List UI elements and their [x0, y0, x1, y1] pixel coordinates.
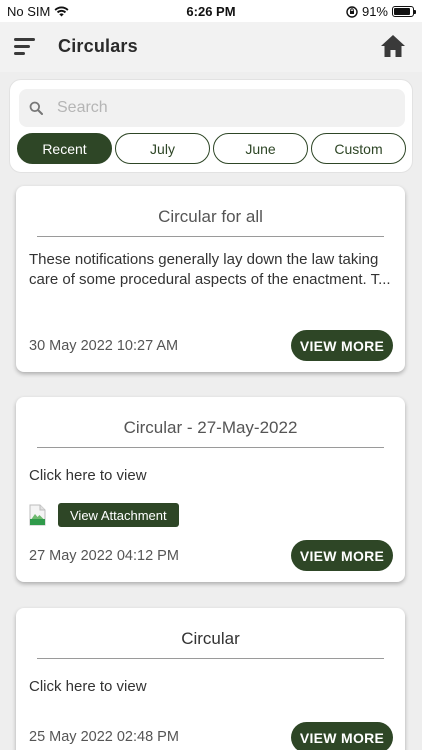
image-file-icon[interactable] [29, 504, 46, 526]
divider [37, 658, 384, 659]
circular-date: 25 May 2022 02:48 PM [29, 729, 179, 745]
circular-date: 27 May 2022 04:12 PM [29, 548, 179, 564]
battery-icon [392, 6, 416, 17]
filter-chip-june[interactable]: June [213, 133, 308, 164]
search-icon [29, 101, 43, 115]
battery-percent: 91% [361, 4, 388, 19]
filter-chip-recent[interactable]: Recent [17, 133, 112, 164]
orientation-lock-icon [346, 5, 358, 18]
circular-summary: Click here to view [29, 467, 147, 484]
circular-card: Circular Click here to view 25 May 2022 … [16, 608, 405, 750]
filter-panel: Recent July June Custom [9, 79, 413, 173]
divider [37, 447, 384, 448]
view-more-button[interactable]: VIEW MORE [291, 540, 393, 571]
filter-chip-july[interactable]: July [115, 133, 210, 164]
status-bar: No SIM 6:26 PM 91% [0, 0, 422, 22]
attachment-row: View Attachment [29, 503, 179, 527]
circular-date: 30 May 2022 10:27 AM [29, 338, 179, 354]
view-more-button[interactable]: VIEW MORE [291, 722, 393, 750]
filter-chip-custom[interactable]: Custom [311, 133, 406, 164]
page-title: Circulars [58, 36, 138, 56]
view-attachment-button[interactable]: View Attachment [58, 503, 179, 527]
filter-chips: Recent July June Custom [17, 133, 406, 164]
status-right: 91% [346, 4, 416, 19]
app-header: Circulars [0, 22, 422, 72]
search-bar [19, 89, 405, 127]
circular-summary: These notifications generally lay down t… [29, 251, 391, 288]
search-input[interactable] [57, 89, 397, 127]
circular-card: Circular - 27-May-2022 Click here to vie… [16, 397, 405, 582]
divider [37, 236, 384, 237]
circular-title: Circular for all [158, 207, 263, 226]
view-more-button[interactable]: VIEW MORE [291, 330, 393, 361]
home-icon[interactable] [380, 34, 406, 58]
circular-title: Circular [181, 629, 240, 648]
circular-summary: Click here to view [29, 678, 147, 695]
circular-card: Circular for all These notifications gen… [16, 186, 405, 372]
hamburger-menu-icon[interactable] [14, 38, 36, 56]
circular-title: Circular - 27-May-2022 [123, 418, 298, 437]
